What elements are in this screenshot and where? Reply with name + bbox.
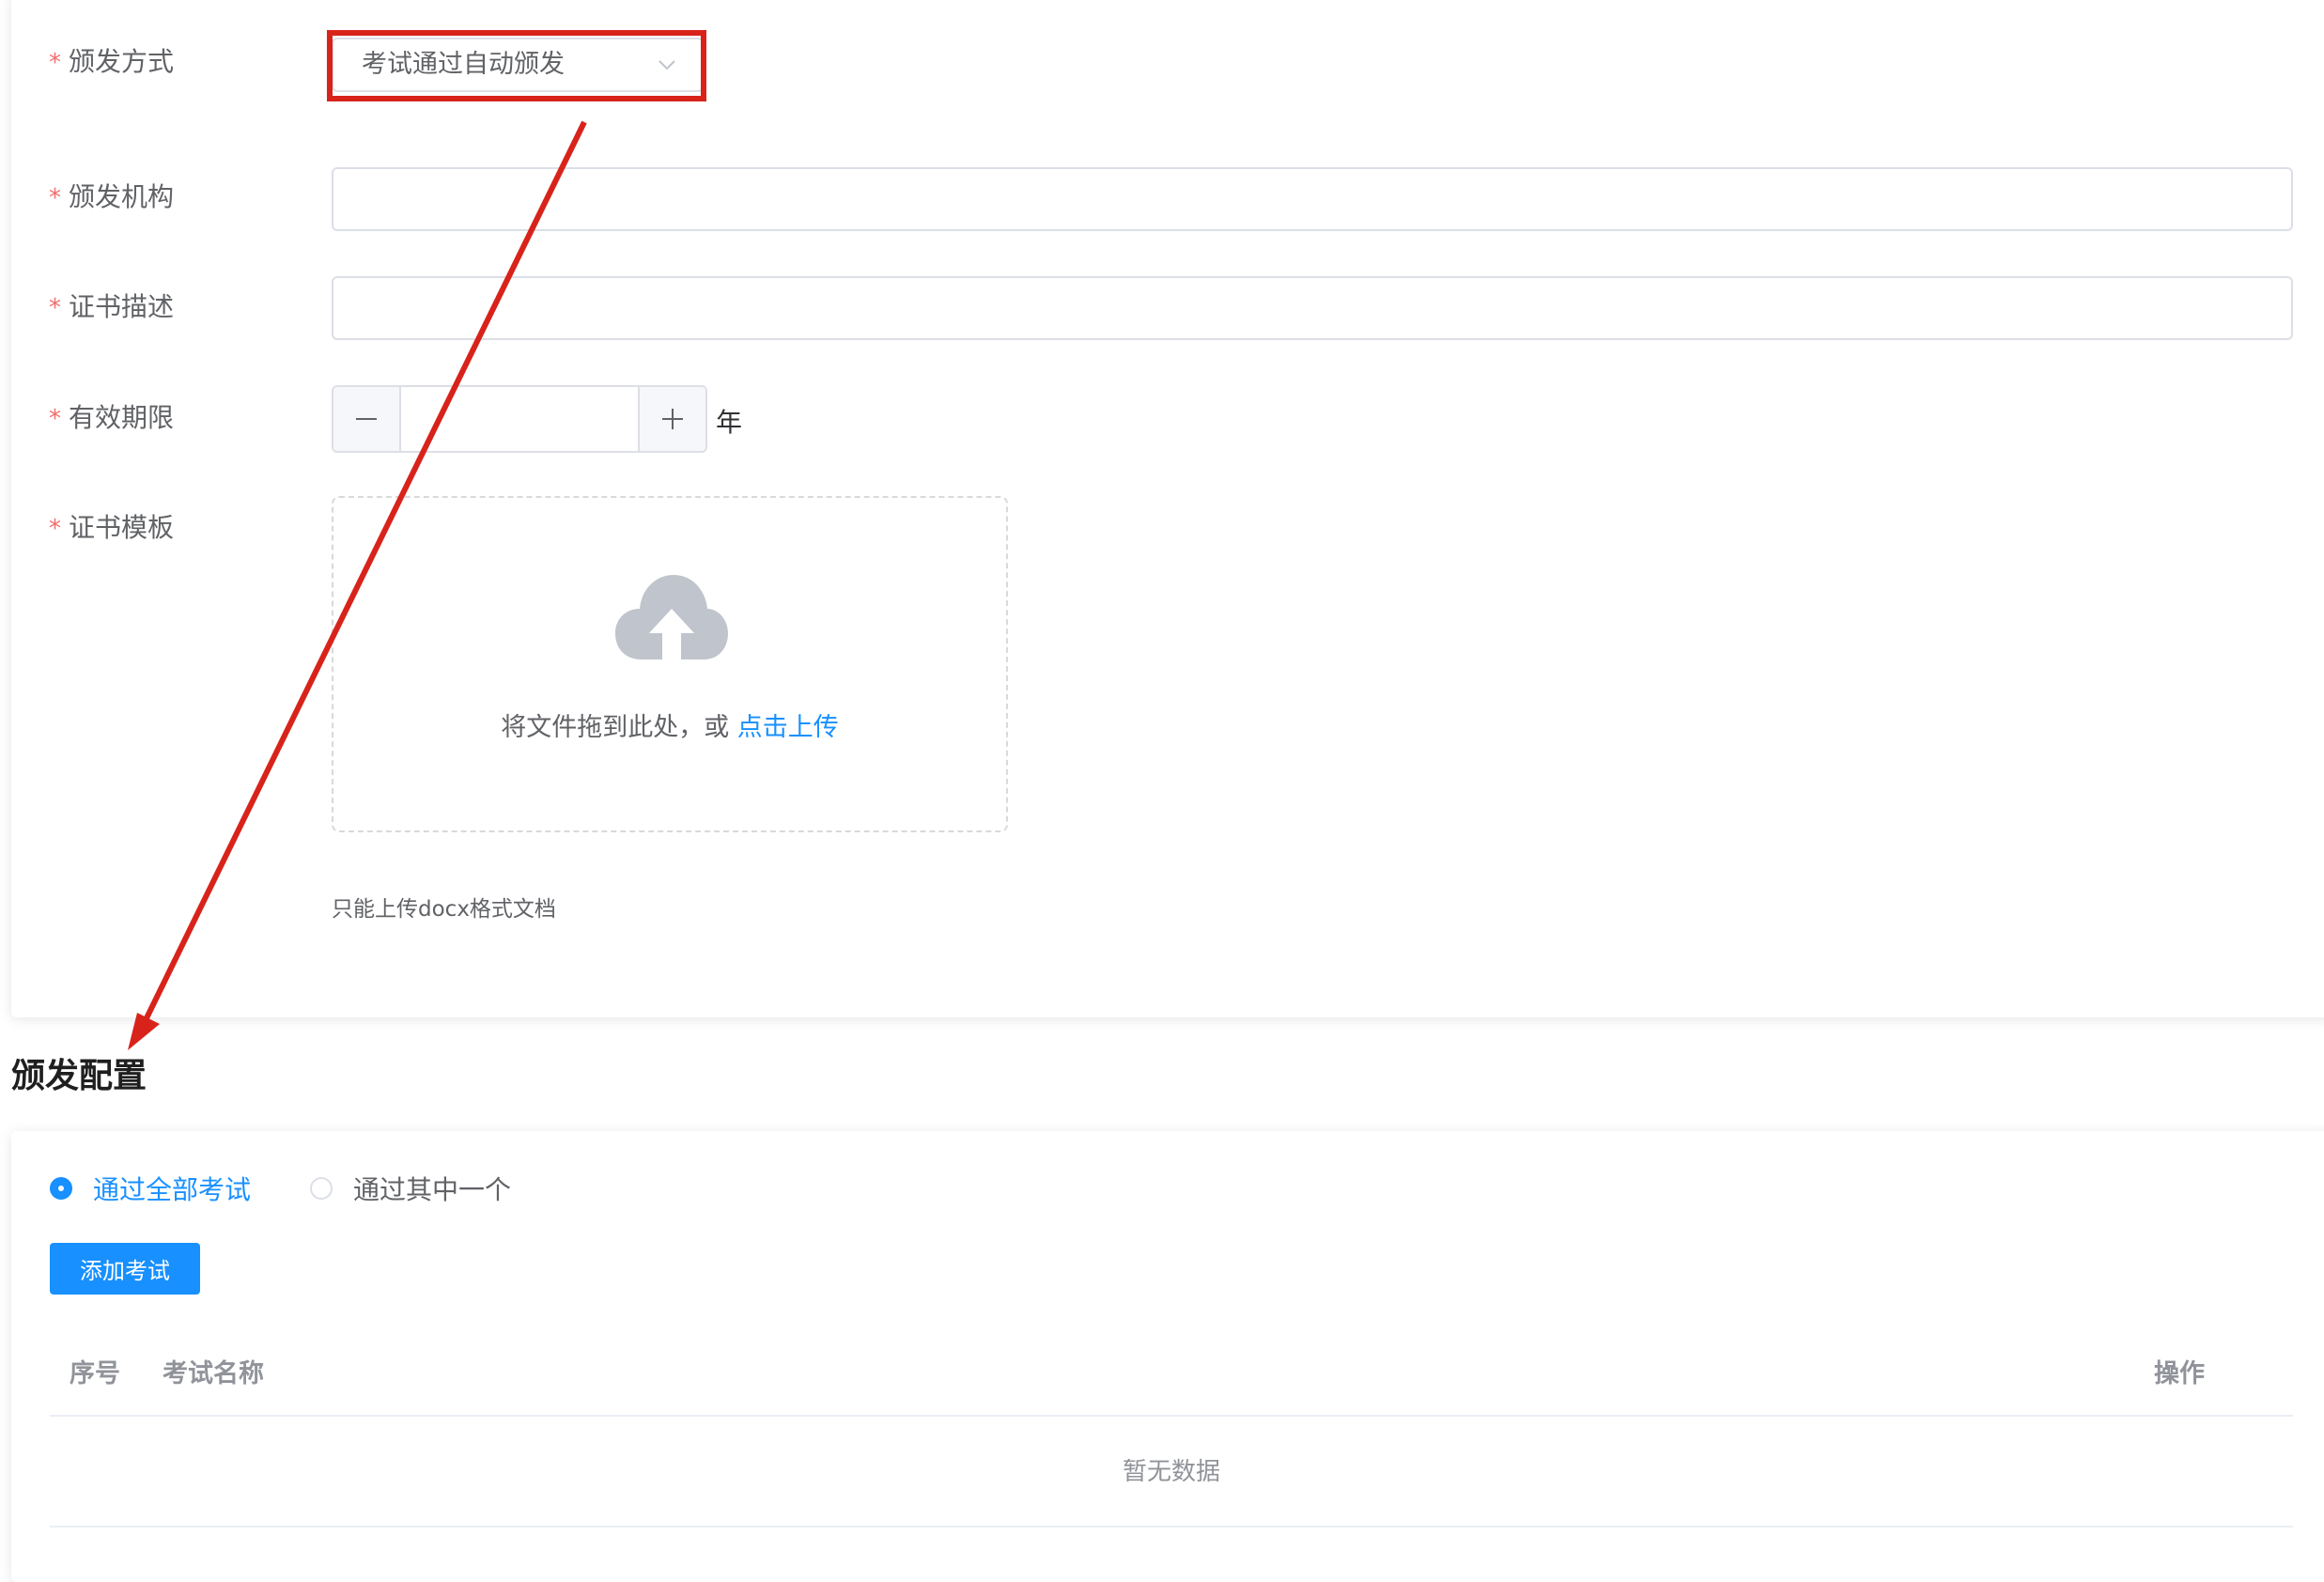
cert-description-label: * 证书描述	[49, 291, 175, 322]
click-upload-link[interactable]: 点击上传	[737, 713, 839, 742]
radio-circle	[310, 1177, 333, 1200]
section-title: 颁发配置	[11, 1057, 147, 1095]
template-upload-dragger[interactable]: 将文件拖到此处，或 点击上传	[332, 496, 1008, 832]
cloud-upload-icon	[615, 575, 728, 659]
radio-all-exams[interactable]: 通过全部考试	[50, 1172, 251, 1205]
decrement-button[interactable]	[333, 387, 401, 451]
cert-description-input[interactable]	[332, 276, 2293, 340]
upload-tip: 只能上传docx格式文档	[332, 897, 556, 922]
radio-any-exam[interactable]: 通过其中一个	[310, 1172, 511, 1205]
column-index: 序号	[70, 1359, 120, 1388]
upload-hint: 将文件拖到此处，或 点击上传	[501, 713, 839, 742]
annotation-highlight-box	[327, 30, 706, 101]
column-exam-name: 考试名称	[163, 1359, 264, 1388]
required-mark: *	[49, 49, 61, 77]
validity-unit: 年	[716, 407, 743, 438]
plus-icon	[662, 409, 683, 429]
empty-text: 暂无数据	[1122, 1458, 1220, 1486]
exam-table-header: 序号 考试名称 操作	[50, 1336, 2293, 1417]
issue-method-label: * 颁发方式	[49, 46, 175, 77]
increment-button[interactable]	[638, 387, 705, 451]
column-actions: 操作	[2154, 1359, 2205, 1388]
exam-table-body: 暂无数据	[50, 1415, 2293, 1528]
validity-input[interactable]	[401, 387, 642, 451]
validity-label: * 有效期限	[49, 402, 175, 433]
validity-stepper[interactable]	[332, 385, 707, 453]
issuing-org-input[interactable]	[332, 167, 2293, 231]
issuing-org-label: * 颁发机构	[49, 181, 175, 212]
template-label: * 证书模板	[49, 512, 175, 543]
radio-circle	[50, 1177, 72, 1200]
minus-icon	[356, 418, 377, 420]
add-exam-button[interactable]: 添加考试	[50, 1243, 200, 1295]
